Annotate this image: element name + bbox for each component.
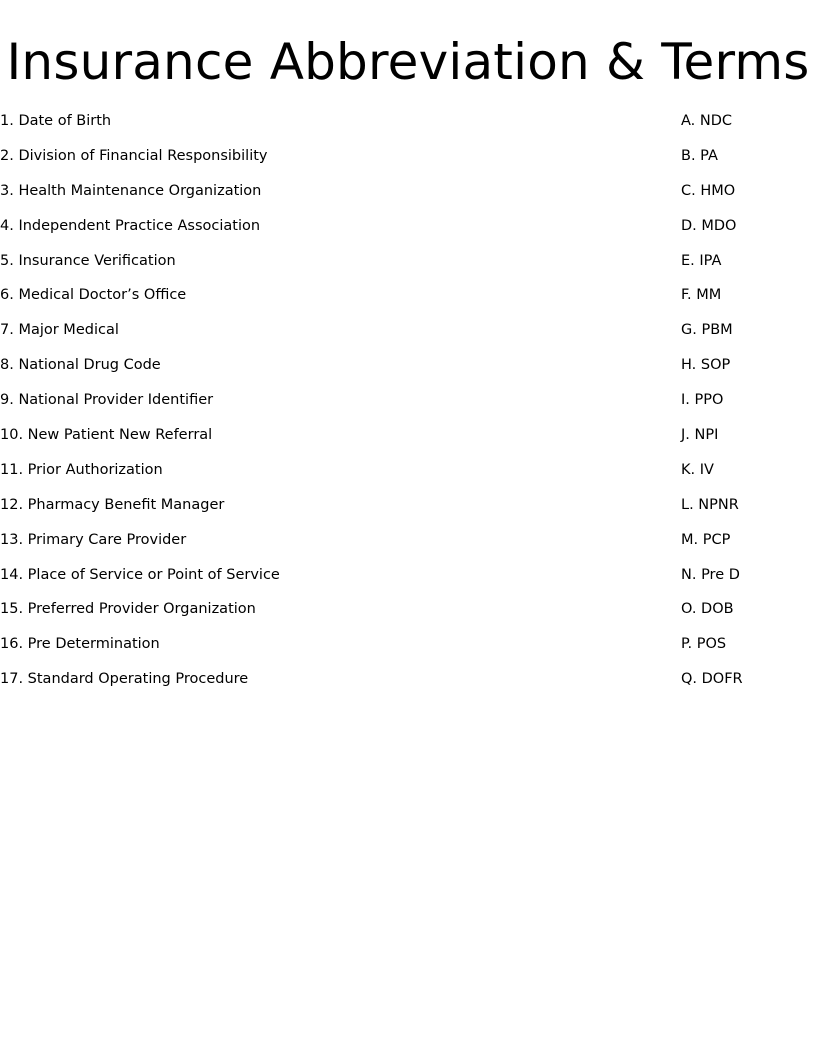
abbreviation-item: I. PPO — [681, 392, 724, 409]
abbreviation-item: P. POS — [681, 636, 727, 653]
term-item: 2. Division of Financial Responsibility — [0, 147, 268, 164]
abbreviation-item: B. PA — [681, 147, 718, 164]
term-item: 17. Standard Operating Procedure — [0, 671, 249, 688]
term-item: 10. New Patient New Referral — [0, 427, 213, 444]
term-item: 12. Pharmacy Benefit Manager — [0, 496, 225, 513]
abbreviation-item: Q. DOFR — [681, 671, 743, 688]
term-item: 1. Date of Birth — [0, 113, 112, 129]
term-item: 16. Pre Determination — [0, 636, 160, 653]
term-item: 15. Preferred Provider Organization — [0, 601, 256, 618]
term-item: 9. National Provider Identifier — [0, 392, 214, 409]
abbreviation-item: A. NDC — [681, 113, 733, 129]
abbreviation-item: D. MDO — [681, 217, 737, 234]
terms-list: 1. Date of Birth 2. Division of Financia… — [0, 111, 600, 704]
term-item: 8. National Drug Code — [0, 357, 161, 374]
abbreviations-list: A. NDC B. PA C. HMO D. MDO E. IPA F. MM … — [681, 111, 816, 704]
page-title: Insurance Abbreviation & Terms — [6, 33, 810, 91]
abbreviation-item: H. SOP — [681, 357, 731, 374]
abbreviation-item: J. NPI — [681, 427, 719, 444]
term-item: 6. Medical Doctor’s Office — [0, 287, 187, 304]
term-item: 4. Independent Practice Association — [0, 217, 261, 234]
term-item: 11. Prior Authorization — [0, 461, 163, 478]
term-item: 7. Major Medical — [0, 322, 119, 339]
abbreviation-item: O. DOB — [681, 601, 734, 618]
term-item: 13. Primary Care Provider — [0, 531, 187, 548]
term-item: 5. Insurance Verification — [0, 252, 176, 269]
abbreviation-item: K. IV — [681, 461, 714, 478]
abbreviation-item: N. Pre D — [681, 566, 740, 583]
abbreviation-item: M. PCP — [681, 531, 731, 548]
abbreviation-item: C. HMO — [681, 182, 736, 199]
abbreviation-item: L. NPNR — [681, 496, 739, 513]
term-item: 14. Place of Service or Point of Service — [0, 566, 280, 583]
abbreviation-item: G. PBM — [681, 322, 733, 339]
abbreviation-item: F. MM — [681, 287, 722, 304]
abbreviation-item: E. IPA — [681, 252, 722, 269]
term-item: 3. Health Maintenance Organization — [0, 182, 262, 199]
